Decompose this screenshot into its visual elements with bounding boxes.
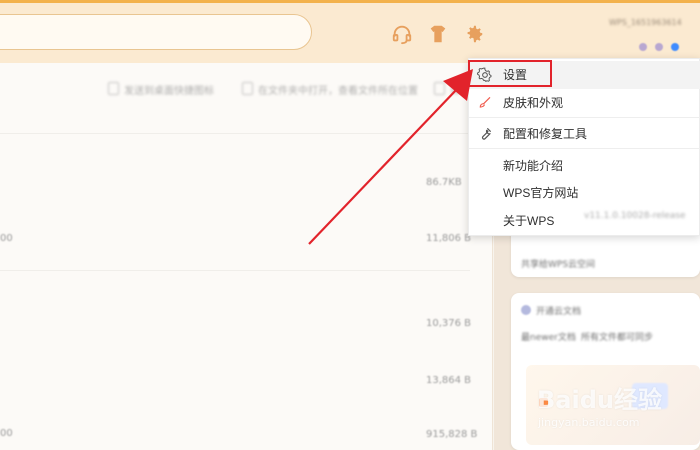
menu-item-official-site[interactable]: WPS官方网站 xyxy=(469,179,700,207)
card-title: 开通云文档 xyxy=(536,307,582,317)
badge-icon xyxy=(521,305,531,315)
file-size: 10,376 B xyxy=(426,318,472,329)
user-profile[interactable]: WPS_1651963614 xyxy=(604,18,700,58)
list-divider xyxy=(0,270,470,271)
file-size: 915,828 B xyxy=(426,429,478,440)
watermark-brand: Baidu经验 xyxy=(537,386,662,414)
menu-separator xyxy=(469,148,700,149)
toolbar-action[interactable]: 在文件夹中打开，查看文件所在位置 xyxy=(242,82,418,97)
menu-label: WPS官方网站 xyxy=(503,186,579,200)
menu-item-skin[interactable]: 皮肤和外观 xyxy=(469,89,700,117)
badge-icon xyxy=(639,43,647,51)
toolbar-action[interactable]: 发送到桌面快捷图标 xyxy=(108,82,214,97)
card-text: 最newer文档 xyxy=(521,333,576,343)
toolbar-action[interactable]: 筛 xyxy=(434,82,460,97)
file-size: 11,806 B xyxy=(426,233,472,244)
menu-separator xyxy=(469,117,700,118)
badge-icon xyxy=(671,43,680,51)
file-size: 86.7KB xyxy=(426,177,462,188)
file-action-toolbar: 发送到桌面快捷图标 在文件夹中打开，查看文件所在位置 筛 xyxy=(108,79,478,101)
file-value: 00 xyxy=(0,428,13,439)
wps-main-window: WPS_1651963614 发送到桌面快捷图标 在文件夹中打开，查看文件所在位… xyxy=(0,0,700,450)
list-divider xyxy=(0,133,470,134)
search-input[interactable] xyxy=(0,14,312,50)
menu-label: 关于WPS xyxy=(503,214,555,228)
card-text: 共享给WPS云空间 xyxy=(521,260,596,270)
top-header: WPS_1651963614 xyxy=(0,3,700,63)
menu-label: 配置和修复工具 xyxy=(503,127,588,141)
headset-icon[interactable] xyxy=(391,23,413,45)
file-size: 13,864 B xyxy=(426,375,472,386)
version-label: v11.1.0.10028-release xyxy=(584,211,686,221)
menu-item-repair-tools[interactable]: 配置和修复工具 xyxy=(469,120,700,148)
menu-label: 皮肤和外观 xyxy=(503,96,564,110)
user-name: WPS_1651963614 xyxy=(609,18,682,27)
document-list-panel: 发送到桌面快捷图标 在文件夹中打开，查看文件所在位置 筛 86.7KB 00 1… xyxy=(0,63,493,450)
settings-highlight-box xyxy=(468,60,552,87)
file-value: 00 xyxy=(0,233,13,244)
user-badges xyxy=(639,36,699,51)
badge-icon xyxy=(655,43,664,51)
gear-icon[interactable] xyxy=(463,23,485,45)
menu-item-whats-new[interactable]: 新功能介绍 xyxy=(469,152,700,180)
wrench-icon xyxy=(477,126,493,142)
watermark-site: jingyan.baidu.com xyxy=(538,416,640,429)
baidu-watermark: Baidu经验 jingyan.baidu.com xyxy=(537,380,687,442)
menu-label: 新功能介绍 xyxy=(503,159,564,173)
card-text: 所有文件都可同步 xyxy=(581,333,654,343)
tshirt-icon[interactable] xyxy=(427,23,449,45)
brush-icon xyxy=(477,95,493,111)
